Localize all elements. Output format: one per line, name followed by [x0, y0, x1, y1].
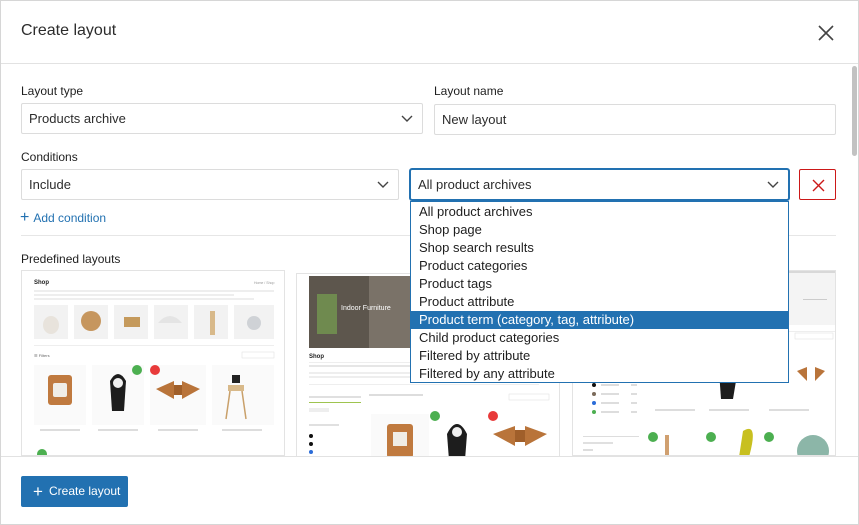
close-icon: [818, 25, 834, 41]
dropdown-option[interactable]: Product categories: [411, 257, 788, 275]
add-condition-label: Add condition: [33, 211, 107, 225]
predefined-layouts-label: Predefined layouts: [21, 252, 121, 266]
close-icon: [812, 179, 825, 192]
conditions-label: Conditions: [21, 150, 78, 164]
preview-breadcrumb: Home / Shop: [254, 281, 274, 285]
layout-name-input[interactable]: New layout: [434, 104, 836, 135]
modal-footer: + Create layout: [1, 456, 858, 524]
layout-name-label: Layout name: [434, 84, 504, 98]
condition-target-dropdown[interactable]: All product archives Shop page Shop sear…: [410, 201, 789, 383]
condition-mode-value: Include: [29, 177, 71, 192]
dropdown-option[interactable]: Product tags: [411, 275, 788, 293]
preview-title: Shop: [309, 354, 324, 360]
chevron-down-icon: [377, 181, 389, 188]
remove-condition-button[interactable]: [799, 169, 836, 200]
predefined-layout-1[interactable]: Shop Home / Shop ☰ Filters: [21, 270, 285, 456]
preview-title: Shop: [34, 280, 49, 286]
create-layout-modal: Create layout Layout type Products archi…: [0, 0, 859, 525]
product-row: [371, 411, 547, 458]
category-row: [34, 305, 274, 339]
modal-header: Create layout: [1, 1, 858, 64]
dropdown-option[interactable]: All product archives: [411, 203, 788, 221]
body-scrollbar[interactable]: [852, 64, 858, 455]
dropdown-option[interactable]: Filtered by attribute: [411, 347, 788, 365]
layout-name-value: New layout: [442, 112, 507, 127]
chevron-down-icon: [401, 115, 413, 122]
scrollbar-thumb[interactable]: [852, 66, 857, 156]
preview-hero: Indoor Furniture: [341, 305, 391, 312]
plus-icon: +: [33, 482, 43, 501]
layout-preview-1: Shop Home / Shop ☰ Filters: [34, 280, 274, 455]
dropdown-option[interactable]: Product attribute: [411, 293, 788, 311]
svg-text:☰ Filters: ☰ Filters: [34, 353, 50, 358]
create-layout-button[interactable]: + Create layout: [21, 476, 128, 507]
create-layout-label: Create layout: [49, 484, 121, 498]
product-row: [34, 365, 274, 431]
chevron-down-icon: [767, 181, 779, 188]
plus-icon: +: [20, 209, 30, 226]
dropdown-option[interactable]: Shop search results: [411, 239, 788, 257]
layout-type-select[interactable]: Products archive: [21, 103, 423, 134]
close-button[interactable]: [814, 21, 838, 45]
layout-type-value: Products archive: [29, 111, 126, 126]
dropdown-option[interactable]: Filtered by any attribute: [411, 365, 788, 383]
condition-mode-select[interactable]: Include: [21, 169, 399, 200]
dropdown-option-highlighted[interactable]: Product term (category, tag, attribute): [411, 311, 788, 329]
dropdown-option[interactable]: Child product categories: [411, 329, 788, 347]
modal-title: Create layout: [21, 22, 117, 39]
add-condition-link[interactable]: + Add condition: [20, 209, 107, 226]
layout-type-label: Layout type: [21, 84, 84, 98]
condition-target-select[interactable]: All product archives: [410, 169, 789, 200]
condition-target-value: All product archives: [418, 177, 532, 192]
dropdown-option[interactable]: Shop page: [411, 221, 788, 239]
